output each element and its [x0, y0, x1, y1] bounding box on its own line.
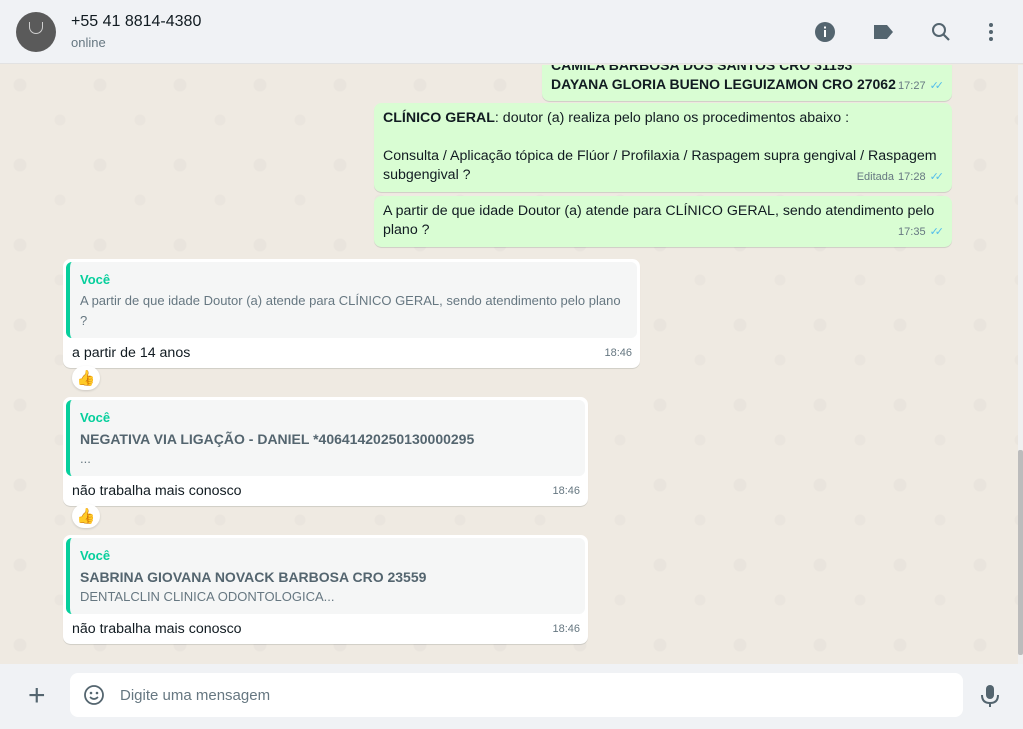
reaction-thumbs-up-icon[interactable]: 👍 [72, 366, 100, 390]
quote-title: NEGATIVA VIA LIGAÇÃO - DANIEL *406414202… [80, 431, 475, 447]
message-meta: 17:35 ✓✓ [898, 223, 944, 242]
outgoing-message[interactable]: A partir de que idade Doutor (a) atende … [374, 196, 952, 247]
message-input[interactable] [120, 673, 950, 717]
message-text-rest: : doutor (a) realiza pelo plano os proce… [494, 110, 850, 126]
outgoing-message[interactable]: CLÍNICO GERAL: doutor (a) realiza pelo p… [374, 103, 952, 192]
mic-icon[interactable] [980, 684, 1000, 713]
composer-bar: + [0, 664, 1023, 729]
message-meta: 17:27 ✓✓ [898, 77, 944, 96]
quoted-message[interactable]: Você A partir de que idade Doutor (a) at… [66, 262, 637, 338]
menu-icon[interactable] [979, 20, 1003, 44]
message-time: 18:46 [552, 485, 580, 497]
message-time: 17:35 [898, 226, 926, 238]
search-icon[interactable] [929, 20, 953, 44]
message-text: CAMILA BARBOSA DOS SANTOS CRO 31193 [551, 65, 853, 73]
incoming-message[interactable]: Você SABRINA GIOVANA NOVACK BARBOSA CRO … [63, 535, 588, 644]
label-icon[interactable] [871, 20, 895, 44]
message-text: a partir de 14 anos [72, 345, 191, 361]
contact-name[interactable]: +55 41 8814-4380 [71, 13, 201, 31]
outgoing-message[interactable]: CAMILA BARBOSA DOS SANTOS CRO 31193 DAYA… [542, 65, 952, 101]
contact-status: online [71, 35, 106, 50]
quote-author: Você [80, 272, 111, 287]
quote-author: Você [80, 548, 111, 563]
incoming-message[interactable]: Você NEGATIVA VIA LIGAÇÃO - DANIEL *4064… [63, 397, 588, 506]
message-meta: Editada 17:28 ✓✓ [857, 168, 944, 187]
message-time: 18:46 [552, 623, 580, 635]
quote-title: SABRINA GIOVANA NOVACK BARBOSA CRO 23559 [80, 569, 427, 585]
incoming-message[interactable]: Você A partir de que idade Doutor (a) at… [63, 259, 640, 368]
contact-avatar[interactable] [16, 12, 56, 52]
message-meta: 18:46 [604, 344, 632, 363]
read-ticks-icon: ✓✓ [929, 171, 945, 183]
chat-scrollbar-thumb[interactable] [1018, 450, 1023, 655]
read-ticks-icon: ✓✓ [929, 226, 945, 238]
message-time: 18:46 [604, 347, 632, 359]
message-meta: 18:46 [552, 482, 580, 501]
read-ticks-icon: ✓✓ [929, 80, 945, 92]
message-input-box[interactable] [70, 673, 963, 717]
reaction-thumbs-up-icon[interactable]: 👍 [72, 504, 100, 528]
edited-label: Editada [856, 171, 895, 183]
message-text: não trabalha mais conosco [72, 621, 242, 637]
message-bold-text: CLÍNICO GERAL [383, 110, 495, 126]
info-icon[interactable] [813, 20, 837, 44]
chat-area[interactable]: CAMILA BARBOSA DOS SANTOS CRO 31193 DAYA… [0, 65, 1018, 664]
quoted-message[interactable]: Você SABRINA GIOVANA NOVACK BARBOSA CRO … [66, 538, 585, 614]
message-text: DAYANA GLORIA BUENO LEGUIZAMON CRO 27062 [551, 76, 896, 92]
message-text: CLÍNICO GERAL: doutor (a) realiza pelo p… [383, 109, 943, 128]
message-time: 17:28 [898, 171, 926, 183]
chat-header: +55 41 8814-4380 online [0, 0, 1023, 64]
message-text: não trabalha mais conosco [72, 483, 242, 499]
quoted-message[interactable]: Você NEGATIVA VIA LIGAÇÃO - DANIEL *4064… [66, 400, 585, 476]
quote-author: Você [80, 410, 111, 425]
quote-text: A partir de que idade Doutor (a) atende … [80, 293, 621, 328]
quote-text: DENTALCLIN CLINICA ODONTOLOGICA... [80, 589, 335, 604]
message-meta: 18:46 [552, 620, 580, 639]
quote-text: ... [80, 451, 91, 466]
emoji-icon[interactable] [83, 684, 105, 711]
avatar-logo-icon [29, 22, 43, 34]
message-text: A partir de que idade Doutor (a) atende … [383, 203, 935, 238]
plus-icon[interactable]: + [28, 681, 46, 711]
message-time: 17:27 [898, 80, 926, 92]
